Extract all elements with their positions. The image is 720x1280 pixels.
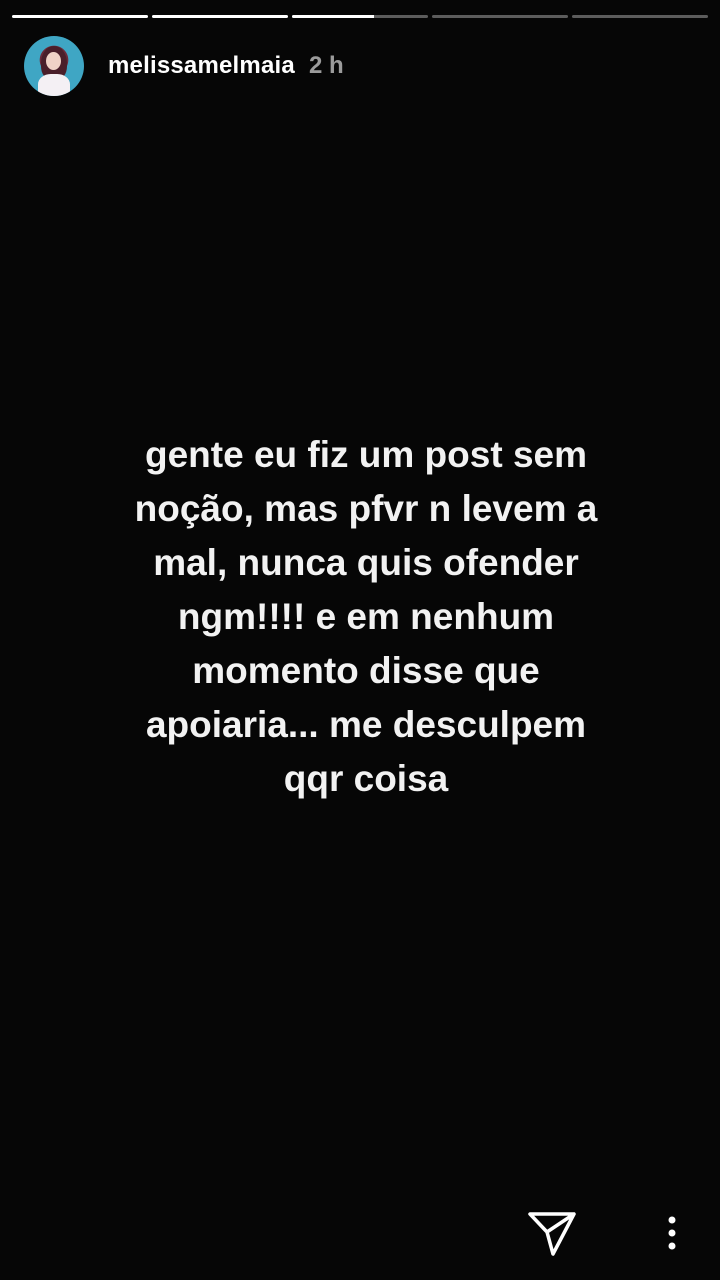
progress-fill <box>12 15 148 18</box>
progress-segment <box>12 15 148 18</box>
progress-fill <box>152 15 288 18</box>
send-button[interactable] <box>526 1208 578 1258</box>
avatar-body <box>38 74 70 96</box>
paper-plane-icon <box>528 1212 576 1256</box>
progress-segment <box>292 15 428 18</box>
avatar[interactable] <box>24 36 84 96</box>
progress-segment <box>572 15 708 18</box>
more-options-button[interactable] <box>657 1213 687 1253</box>
username-link[interactable]: melissamelmaia <box>108 52 295 80</box>
more-vertical-icon <box>668 1216 676 1250</box>
story-timestamp: 2 h <box>308 52 344 79</box>
progress-segment <box>432 15 568 18</box>
story-progress-bar <box>12 15 708 18</box>
avatar-face <box>46 52 61 70</box>
progress-segment <box>152 15 288 18</box>
story-viewer[interactable]: melissamelmaia 2 h gente eu fiz um post … <box>0 0 720 1280</box>
progress-fill <box>292 15 374 18</box>
story-header: melissamelmaia 2 h <box>24 36 344 96</box>
story-text: gente eu fiz um post sem noção, mas pfvr… <box>134 434 598 799</box>
